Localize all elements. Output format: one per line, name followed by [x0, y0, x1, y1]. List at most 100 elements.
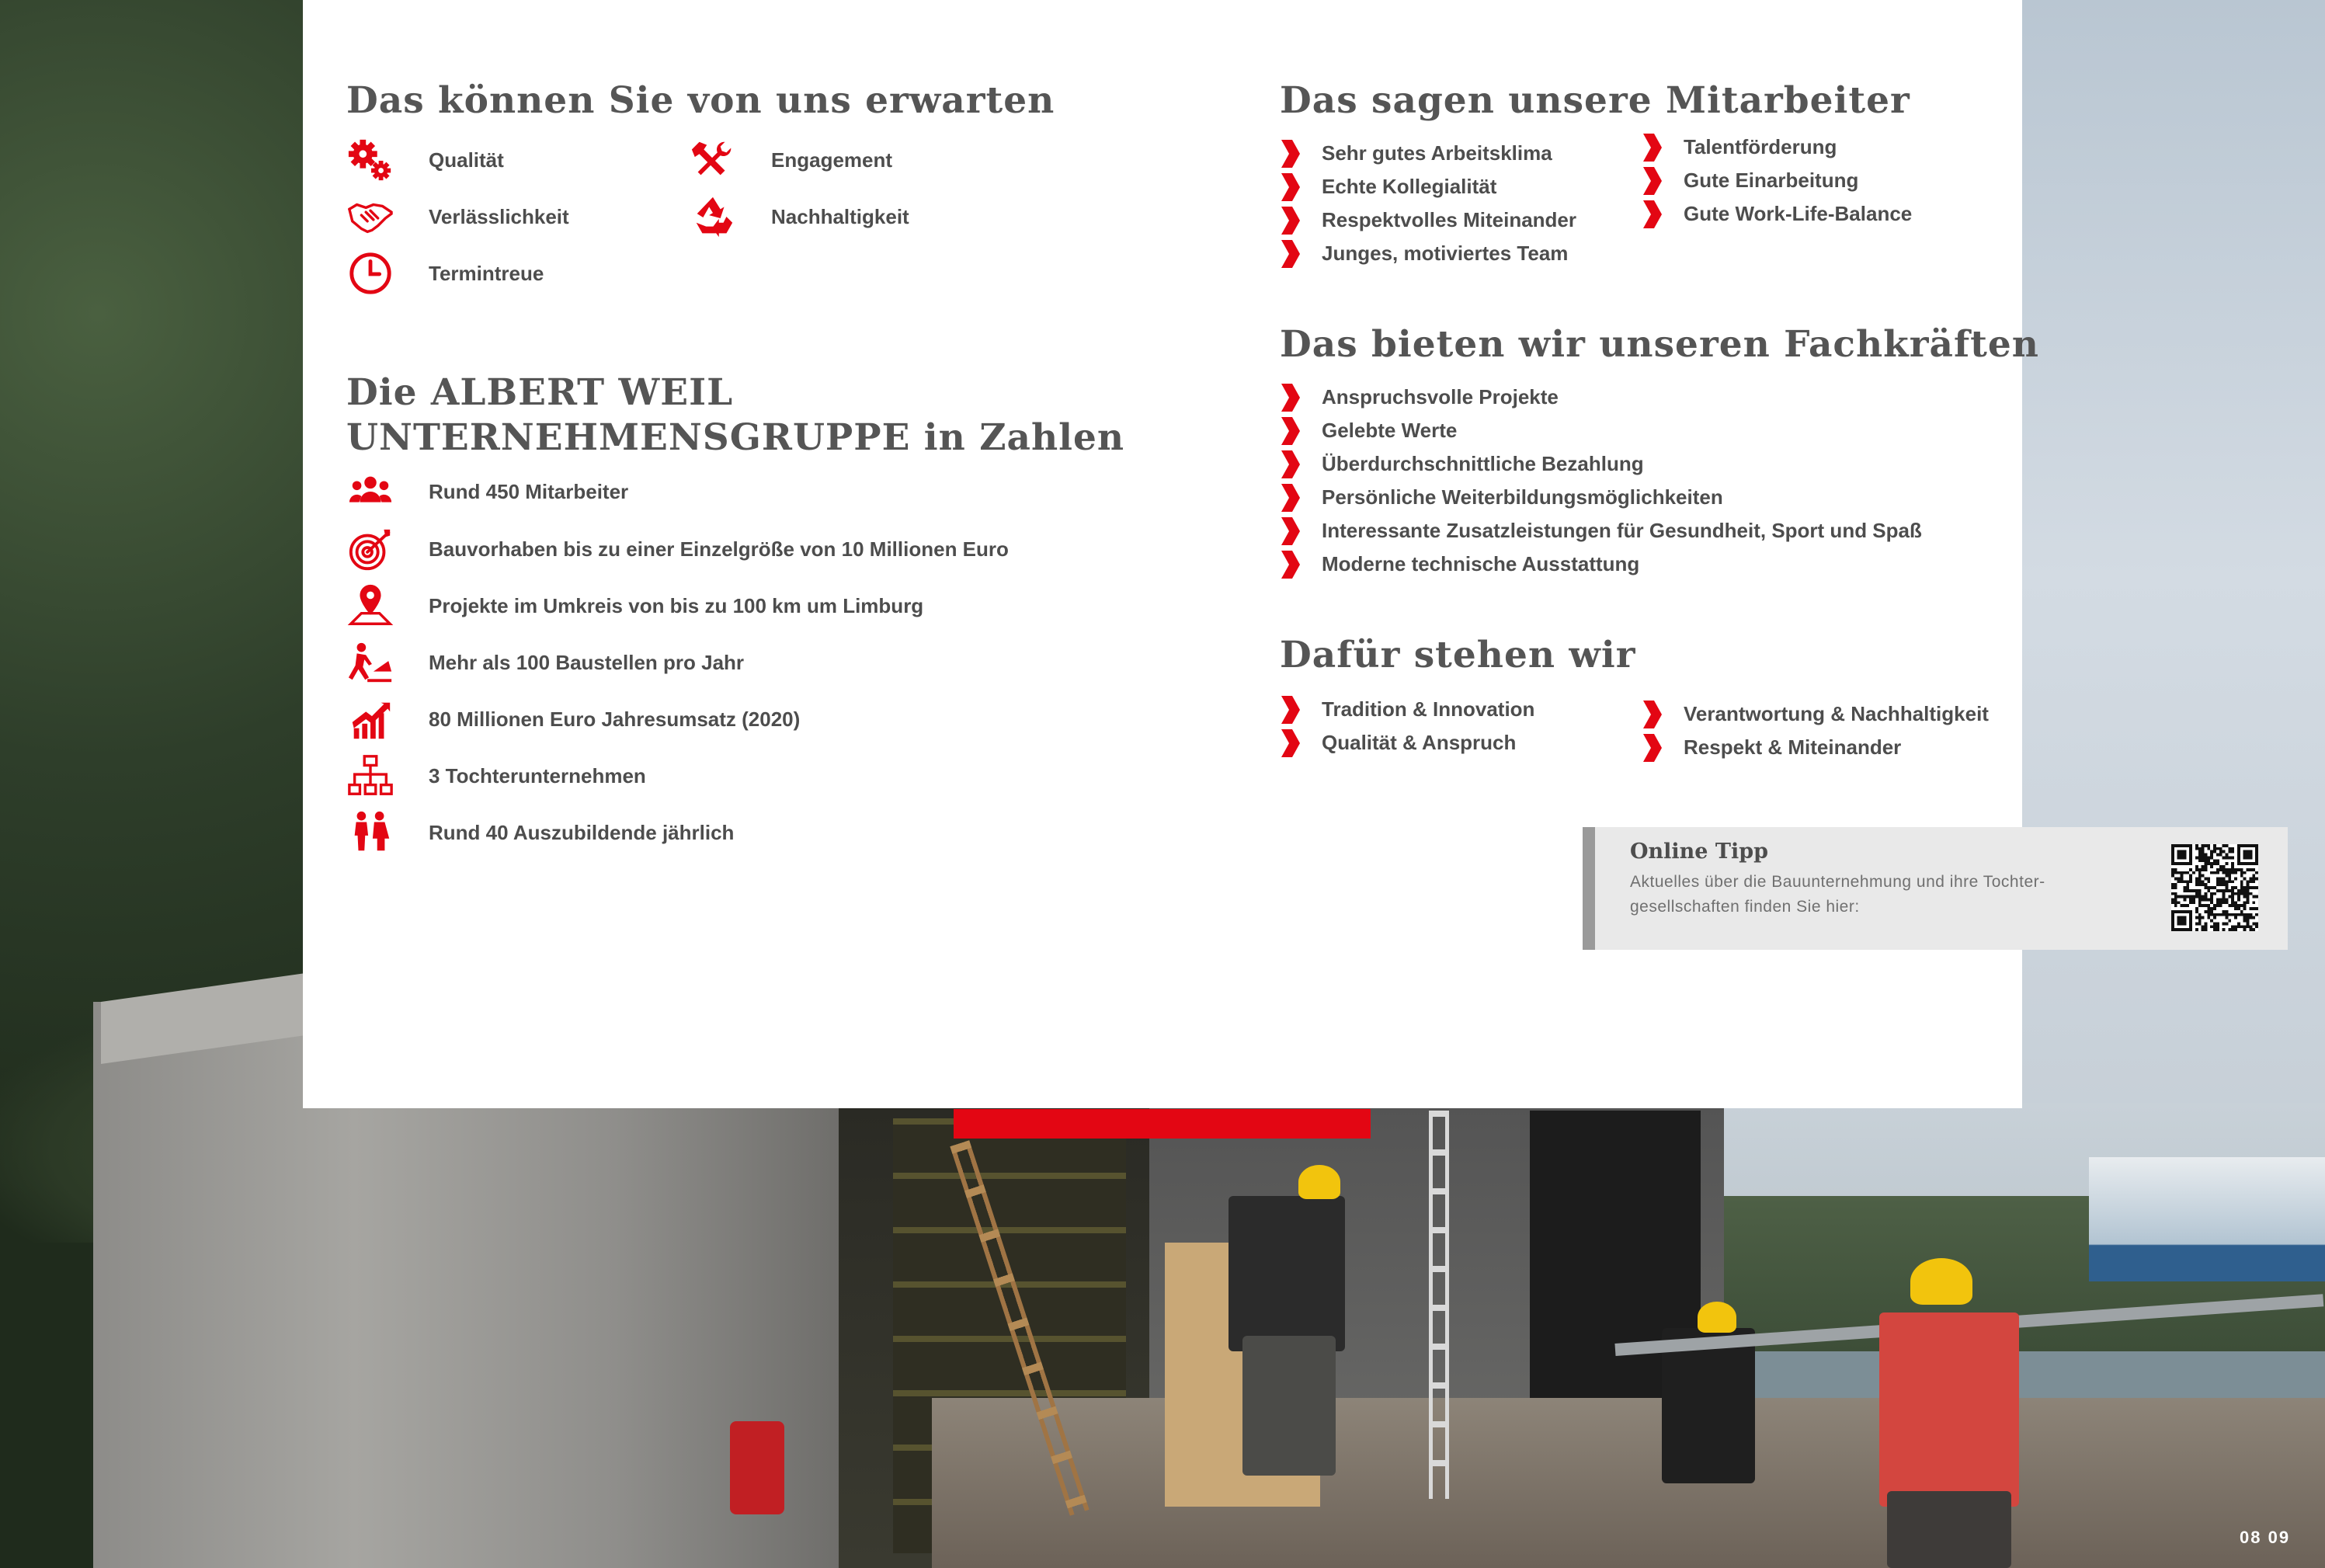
people-icon [345, 466, 396, 517]
chevron-right-icon [1280, 415, 1302, 447]
expect-item: Nachhaltigkeit [687, 191, 909, 242]
sky [2019, 0, 2325, 1281]
offer-item: Interessante Zusatzleistungen für Gesund… [1280, 514, 1922, 548]
numbers-item: 80 Millionen Euro Jahresumsatz (2020) [345, 694, 800, 745]
numbers-item: Bauvorhaben bis zu einer Einzelgröße von… [345, 523, 1009, 575]
offer-item-label: Anspruchsvolle Projekte [1322, 385, 1559, 409]
content-card: Das können Sie von uns erwarten Qualität… [303, 0, 2288, 1108]
values-heading: Dafür stehen wir [1280, 634, 1636, 676]
page-number: 08 09 [2240, 1528, 2291, 1547]
employee-statement-label: Gute Einarbeitung [1684, 169, 1859, 192]
numbers-item: Rund 450 Mitarbeiter [345, 466, 628, 517]
offer-item: Gelebte Werte [1280, 414, 1922, 447]
numbers-label: Projekte im Umkreis von bis zu 100 km um… [429, 593, 924, 617]
offer-item: Überdurchschnittliche Bezahlung [1280, 447, 1922, 481]
aluminium-ladder [1429, 1111, 1449, 1499]
employees-heading: Das sagen unsere Mitarbeiter [1280, 79, 1910, 122]
employees-list-right: Talentförderung Gute Einarbeitung Gute Wor… [1642, 130, 1912, 231]
chevron-right-icon [1642, 132, 1663, 163]
chevron-right-icon [1642, 199, 1663, 230]
values-list-right: Verantwortung & Nachhaltigkeit Respekt & … [1642, 697, 1989, 764]
value-item: Respekt & Miteinander [1642, 731, 1989, 764]
employee-statement: Respektvolles Miteinander [1280, 203, 1576, 237]
worker-legs [1242, 1336, 1336, 1476]
expect-item: Termintreue [345, 248, 544, 299]
chevron-right-icon [1280, 138, 1302, 169]
online-tip-box: Online Tipp Aktuelles über die Bauuntern… [1583, 827, 2288, 950]
gears-icon [345, 134, 396, 186]
map-pin-icon [345, 580, 396, 631]
value-item-label: Qualität & Anspruch [1322, 731, 1517, 754]
offer-list: Anspruchsvolle Projekte Gelebte Werte Über… [1280, 381, 1922, 581]
trainees-icon [345, 807, 396, 858]
billboard [2089, 1157, 2325, 1281]
chevron-right-icon [1642, 732, 1663, 763]
expect-label: Nachhaltigkeit [771, 204, 909, 228]
employee-statement: Gute Einarbeitung [1642, 164, 1912, 197]
numbers-item: Mehr als 100 Baustellen pro Jahr [345, 637, 744, 688]
employee-statement-label: Sehr gutes Arbeitsklima [1322, 141, 1552, 165]
construction-worker-icon [345, 637, 396, 688]
employee-statement-label: Echte Kollegialität [1322, 175, 1497, 198]
tools-icon [687, 134, 739, 186]
chevron-right-icon [1642, 699, 1663, 730]
numbers-heading-line2: UNTERNEHMENSGRUPPE in Zahlen [346, 416, 1125, 459]
chevron-right-icon [1280, 449, 1302, 480]
offer-item-label: Gelebte Werte [1322, 419, 1458, 442]
chevron-right-icon [1280, 516, 1302, 547]
offer-item-label: Persönliche Weiterbildungsmöglichkeiten [1322, 485, 1723, 509]
expect-label: Termintreue [429, 261, 544, 285]
numbers-label: Mehr als 100 Baustellen pro Jahr [429, 650, 745, 674]
ground [932, 1398, 2325, 1568]
numbers-item: Projekte im Umkreis von bis zu 100 km um… [345, 580, 923, 631]
expect-label: Verlässlichkeit [429, 204, 569, 228]
offer-item-label: Moderne technische Ausstattung [1322, 552, 1640, 575]
expect-heading: Das können Sie von uns erwarten [346, 79, 1055, 122]
offer-item: Anspruchsvolle Projekte [1280, 381, 1922, 414]
value-item: Qualität & Anspruch [1280, 726, 1534, 760]
value-item-label: Verantwortung & Nachhaltigkeit [1684, 702, 1989, 725]
employee-statement-label: Talentförderung [1684, 135, 1837, 158]
employees-list-left: Sehr gutes Arbeitsklima Echte Kollegialit… [1280, 137, 1576, 270]
worker-body [1879, 1312, 2019, 1507]
qr-code-icon[interactable] [2171, 844, 2258, 931]
employee-statement-label: Junges, motiviertes Team [1322, 242, 1569, 265]
numbers-label: Bauvorhaben bis zu einer Einzelgröße von… [429, 537, 1009, 561]
values-list-left: Tradition & Innovation Qualität & Anspruc… [1280, 693, 1534, 760]
employee-statement-label: Gute Work-Life-Balance [1684, 202, 1913, 225]
expect-item: Qualität [345, 134, 504, 186]
value-item-label: Tradition & Innovation [1322, 697, 1535, 721]
clock-icon [345, 248, 396, 299]
expect-label: Engagement [771, 148, 893, 172]
numbers-item: Rund 40 Auszubildende jährlich [345, 807, 734, 858]
numbers-label: 80 Millionen Euro Jahresumsatz (2020) [429, 707, 801, 731]
chevron-right-icon [1280, 694, 1302, 725]
numbers-label: Rund 450 Mitarbeiter [429, 479, 629, 503]
numbers-item: 3 Tochterunternehmen [345, 750, 646, 801]
handshake-icon [345, 191, 396, 242]
worker-helmet [1698, 1302, 1736, 1333]
employee-statement-label: Respektvolles Miteinander [1322, 208, 1576, 231]
recycle-icon [687, 191, 739, 242]
value-item: Tradition & Innovation [1280, 693, 1534, 726]
value-item-label: Respekt & Miteinander [1684, 735, 1902, 759]
chevron-right-icon [1280, 728, 1302, 759]
online-tip-text: Aktuelles über die Bauunternehmung und i… [1630, 873, 2045, 916]
offer-heading: Das bieten wir unseren Fachkräften [1280, 323, 2039, 366]
worker-helmet [1298, 1165, 1340, 1199]
expect-item: Engagement [687, 134, 892, 186]
expect-label: Qualität [429, 148, 504, 172]
employee-statement: Junges, motiviertes Team [1280, 237, 1576, 270]
offer-item-label: Interessante Zusatzleistungen für Gesund… [1322, 519, 1922, 542]
chevron-right-icon [1280, 382, 1302, 413]
numbers-heading-line1: Die ALBERT WEIL [346, 371, 734, 414]
employee-statement: Sehr gutes Arbeitsklima [1280, 137, 1576, 170]
red-accent-band [954, 1109, 1371, 1139]
power-drill [730, 1421, 784, 1514]
numbers-label: 3 Tochterunternehmen [429, 763, 646, 787]
expect-item: Verlässlichkeit [345, 191, 569, 242]
org-chart-icon [345, 750, 396, 801]
target-icon [345, 523, 396, 575]
worker-legs [1887, 1491, 2011, 1568]
offer-item-label: Überdurchschnittliche Bezahlung [1322, 452, 1644, 475]
